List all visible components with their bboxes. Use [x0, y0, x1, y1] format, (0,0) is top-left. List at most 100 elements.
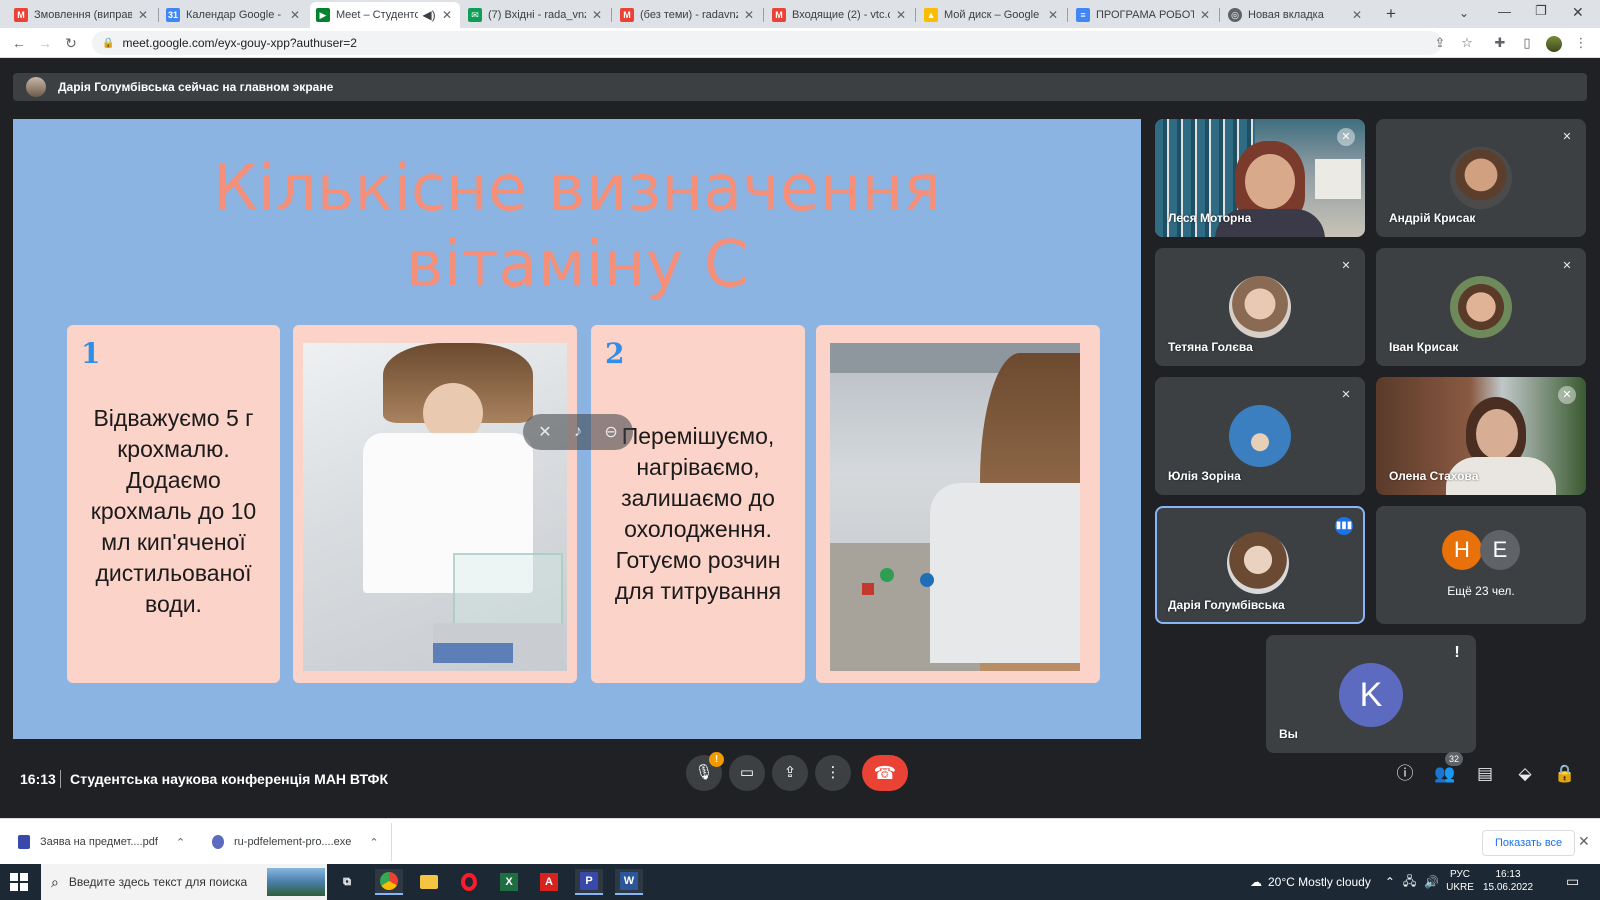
download-item[interactable]: ru-pdfelement-pro....exe ⌃: [212, 832, 379, 852]
side-panel-icon[interactable]: ▯: [1518, 34, 1536, 52]
close-icon[interactable]: ✕: [1578, 833, 1590, 850]
participant-tile[interactable]: ✕ Тетяна Голєва: [1155, 248, 1365, 366]
speaker-icon[interactable]: ◀): [422, 8, 436, 22]
browser-tab[interactable]: M Входящие (2) - vtc.co ✕: [766, 2, 914, 28]
notifications-icon[interactable]: ▭: [1566, 873, 1579, 890]
pdf-file-icon: [18, 835, 30, 849]
browser-tab[interactable]: M Змовлення (виправле ✕: [8, 2, 156, 28]
show-all-downloads-button[interactable]: Показать все: [1482, 830, 1576, 856]
search-highlight-image: [267, 868, 325, 896]
tab-title: ПРОГРАМА РОБОТИ: [1096, 9, 1194, 21]
task-view-icon[interactable]: ⧉: [333, 869, 361, 895]
chevron-up-icon[interactable]: ⌃: [1385, 875, 1395, 889]
more-options-button[interactable]: ⋮: [815, 755, 851, 791]
participant-name: Олена Стахова: [1389, 469, 1479, 483]
tab-title: Входящие (2) - vtc.co: [792, 9, 890, 21]
browser-tab[interactable]: M (без теми) - radavnzv ✕: [614, 2, 762, 28]
activities-icon[interactable]: ⬙: [1514, 763, 1536, 785]
lock-icon[interactable]: 🔒: [102, 38, 114, 49]
close-icon[interactable]: ✕: [288, 8, 302, 22]
word-icon[interactable]: W: [615, 869, 643, 895]
tab-separator: [763, 8, 764, 22]
taskbar-clock[interactable]: 16:13 15.06.2022: [1480, 868, 1536, 894]
close-icon[interactable]: ✕: [1350, 8, 1364, 22]
mic-warning-badge: !: [709, 752, 724, 767]
window-close-icon[interactable]: ✕: [1572, 4, 1584, 21]
taskbar-search-input[interactable]: ⌕ Введите здесь текст для поиска: [41, 864, 327, 900]
browser-tab[interactable]: ✉ (7) Вхідні - rada_vnz@ ✕: [462, 2, 610, 28]
more-participants-label: Ещё 23 чел.: [1447, 584, 1515, 598]
close-icon[interactable]: ✕: [136, 8, 150, 22]
self-avatar: K: [1339, 663, 1403, 727]
browser-tab[interactable]: ◎ Новая вкладка ✕: [1222, 2, 1370, 28]
tab-separator: [915, 8, 916, 22]
new-tab-button[interactable]: +: [1386, 4, 1396, 24]
close-icon[interactable]: ✕: [742, 8, 756, 22]
browser-tab-active[interactable]: ▶ Meet – Студентсь ◀) ✕: [310, 2, 460, 28]
weather-text[interactable]: 20°C Mostly cloudy: [1268, 875, 1371, 889]
participant-tile[interactable]: ✕ Леся Моторна: [1155, 119, 1365, 237]
language-line: РУС: [1449, 869, 1471, 880]
chrome-taskbar-icon[interactable]: [375, 869, 403, 895]
browser-tab[interactable]: ≡ ПРОГРАМА РОБОТИ ✕: [1070, 2, 1218, 28]
close-icon[interactable]: ✕: [1198, 8, 1212, 22]
present-screen-button[interactable]: ⇪: [772, 755, 808, 791]
chat-icon[interactable]: ▤: [1474, 763, 1496, 785]
chevron-up-icon[interactable]: ⌃: [176, 836, 185, 849]
people-icon[interactable]: 👥: [1434, 763, 1456, 785]
chevron-up-icon[interactable]: ⌃: [369, 836, 378, 849]
participant-tile[interactable]: ✕ Андрій Крисак: [1376, 119, 1586, 237]
end-call-button[interactable]: ☎: [862, 755, 908, 791]
tab-search-icon[interactable]: ⌄: [1459, 6, 1469, 20]
gmail-icon: M: [620, 8, 634, 22]
extensions-icon[interactable]: ✚: [1491, 34, 1509, 52]
host-controls-icon[interactable]: 🔒: [1554, 763, 1576, 785]
back-icon[interactable]: ←: [10, 34, 28, 52]
remove-icon[interactable]: ⊖: [604, 422, 617, 442]
participant-name: Дарія Голумбівська: [1168, 598, 1285, 612]
weather-icon[interactable]: ☁: [1250, 875, 1262, 889]
info-icon[interactable]: ⓘ: [1394, 763, 1416, 785]
forward-icon[interactable]: →: [36, 34, 54, 52]
opera-icon[interactable]: [455, 869, 483, 895]
self-tile[interactable]: K ! Вы: [1266, 635, 1476, 753]
download-item[interactable]: Заява на предмет....pdf ⌃: [18, 832, 185, 852]
camera-button[interactable]: ▭: [729, 755, 765, 791]
mute-tile-icon[interactable]: ♪: [574, 423, 582, 441]
close-icon[interactable]: ✕: [590, 8, 604, 22]
reload-icon[interactable]: ↻: [62, 34, 80, 52]
slide-title: Кількісне визначення вітаміну С: [13, 151, 1141, 303]
share-icon[interactable]: ⇪: [1431, 34, 1449, 52]
tab-separator: [1219, 8, 1220, 22]
bookmark-star-icon[interactable]: ☆: [1458, 34, 1476, 52]
file-explorer-icon[interactable]: [415, 869, 443, 895]
profile-avatar[interactable]: [1545, 34, 1563, 52]
participant-tile[interactable]: ✕ Юлія Зоріна: [1155, 377, 1365, 495]
restore-icon[interactable]: ❐: [1535, 3, 1547, 19]
language-indicator[interactable]: РУС UKRE: [1445, 868, 1475, 894]
acrobat-icon[interactable]: A: [535, 869, 563, 895]
participant-tile-speaking[interactable]: ▮▮▮ Дарія Голумбівська: [1155, 506, 1365, 624]
close-icon[interactable]: ✕: [1046, 8, 1060, 22]
browser-tab[interactable]: 31 Календар Google - Де ✕: [160, 2, 308, 28]
address-bar[interactable]: 🔒 meet.google.com/eyx-gouy-xpp?authuser=…: [92, 31, 1442, 55]
meet-icon: ▶: [316, 8, 330, 22]
more-participants-tile[interactable]: H E Ещё 23 чел.: [1376, 506, 1586, 624]
mail-icon: ✉: [468, 8, 482, 22]
excel-icon[interactable]: X: [495, 869, 523, 895]
participant-tile[interactable]: ✕ Олена Стахова: [1376, 377, 1586, 495]
avatar: [1450, 147, 1512, 209]
pin-icon[interactable]: ✕: [538, 422, 551, 442]
search-placeholder: Введите здесь текст для поиска: [68, 875, 248, 889]
menu-kebab-icon[interactable]: ⋮: [1572, 34, 1590, 52]
close-icon[interactable]: ✕: [894, 8, 908, 22]
pdfelement-icon[interactable]: P: [575, 869, 603, 895]
windows-start-icon[interactable]: [10, 873, 28, 891]
volume-icon[interactable]: 🔊: [1424, 875, 1439, 889]
minimize-icon[interactable]: —: [1498, 4, 1511, 19]
browser-tab[interactable]: ▲ Мой диск – Google Д ✕: [918, 2, 1066, 28]
participant-tile[interactable]: ✕ Іван Крисак: [1376, 248, 1586, 366]
chrome-icon: ◎: [1228, 8, 1242, 22]
close-icon[interactable]: ✕: [440, 8, 454, 22]
network-icon[interactable]: 🖧: [1403, 872, 1416, 893]
